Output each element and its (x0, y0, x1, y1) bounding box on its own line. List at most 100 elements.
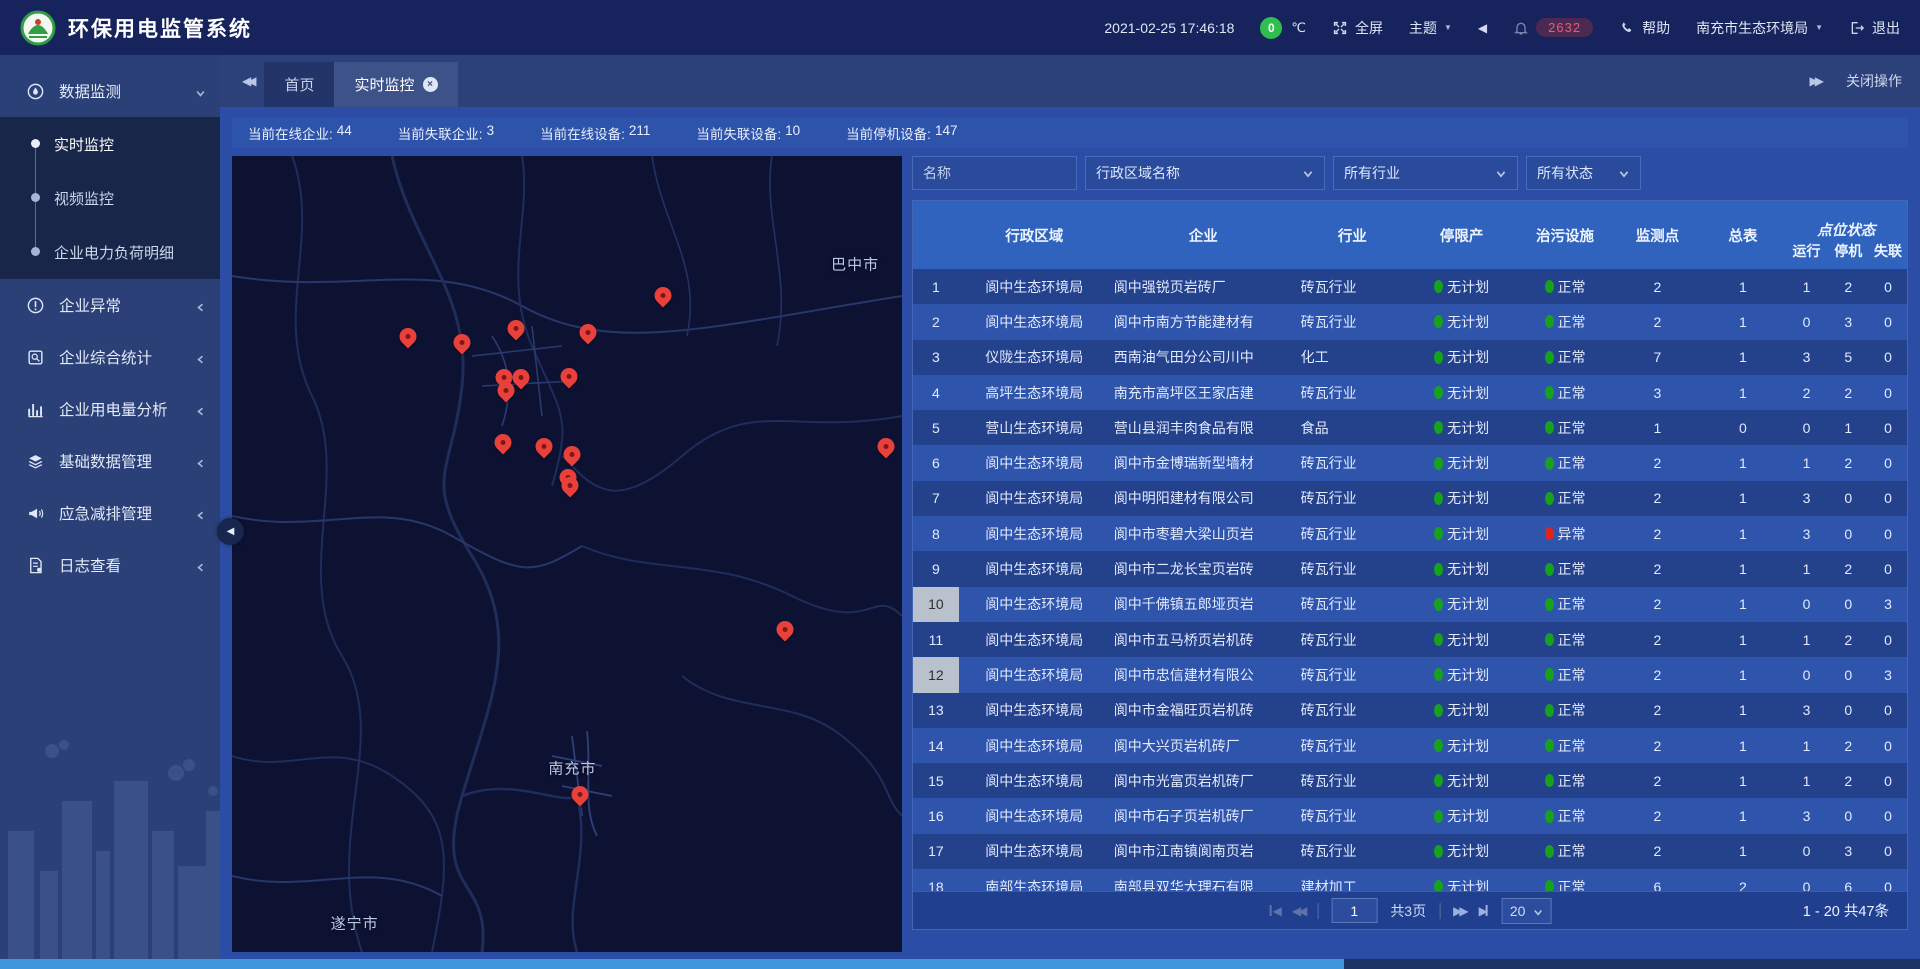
logout-button[interactable]: 退出 (1849, 18, 1900, 38)
stat-label: 当前停机设备: (846, 123, 931, 143)
tabs-scroll-left-icon[interactable]: ◀◀ (230, 74, 264, 88)
horizontal-scrollbar[interactable] (0, 959, 1920, 969)
table-row-16[interactable]: 16阆中生态环境局阆中市石子页岩机砖厂砖瓦行业无计划正常21300 (913, 798, 1907, 833)
running-cell: 1 (1786, 622, 1828, 657)
org-user-menu[interactable]: 南充市生态环境局 ▼ (1696, 18, 1823, 38)
industry-cell: 化工 (1297, 340, 1408, 375)
stat-label: 当前失联设备: (696, 123, 781, 143)
filter-bar: 行政区域名称 所有行业 所有状态 (912, 156, 1908, 190)
sidebar-item-2[interactable]: 视频监控 (0, 171, 220, 225)
pollution-cell: 正常 (1515, 798, 1614, 833)
fullscreen-button[interactable]: 全屏 (1332, 18, 1383, 38)
phone-icon (1619, 20, 1635, 36)
sidebar-collapse-toggle[interactable]: ◀ (217, 518, 244, 545)
status-dot-green (1545, 845, 1554, 858)
enterprise-cell: 阆中市枣碧大梁山页岩 (1110, 516, 1297, 551)
table-row-9[interactable]: 9阆中生态环境局阆中市二龙长宝页岩砖砖瓦行业无计划正常21120 (913, 551, 1907, 586)
tab-close-icon[interactable]: × (423, 77, 438, 92)
table-row-7[interactable]: 7阆中生态环境局阆中明阳建材有限公司砖瓦行业无计划正常21300 (913, 481, 1907, 516)
chart-icon (26, 400, 45, 419)
table-row-3[interactable]: 3仪陇生态环境局西南油气田分公司川中化工无计划正常71350 (913, 340, 1907, 375)
table-row-6[interactable]: 6阆中生态环境局阆中市金博瑞新型墙材砖瓦行业无计划正常21120 (913, 445, 1907, 480)
tab-realtime-monitor[interactable]: 实时监控 × (334, 62, 457, 107)
stopped-cell: 0 (1827, 481, 1869, 516)
prev-page-button[interactable]: ◀◀ (1292, 904, 1304, 918)
table-row-1[interactable]: 1阆中生态环境局阆中强锐页岩砖厂砖瓦行业无计划正常21120 (913, 269, 1907, 304)
points-cell: 3 (1615, 375, 1700, 410)
stop-limit-cell: 无计划 (1408, 445, 1515, 480)
lost-cell: 0 (1869, 622, 1907, 657)
table-row-14[interactable]: 14阆中生态环境局阆中大兴页岩机砖厂砖瓦行业无计划正常21120 (913, 728, 1907, 763)
col-points: 监测点 (1615, 201, 1700, 269)
table-row-15[interactable]: 15阆中生态环境局阆中市光富页岩机砖厂砖瓦行业无计划正常21120 (913, 763, 1907, 798)
enterprise-cell: 南充市高坪区王家店建 (1110, 375, 1297, 410)
lost-cell: 0 (1869, 798, 1907, 833)
meter-cell: 1 (1700, 551, 1785, 586)
table-row-11[interactable]: 11阆中生态环境局阆中市五马桥页岩机砖砖瓦行业无计划正常21120 (913, 622, 1907, 657)
running-cell: 0 (1786, 304, 1828, 339)
log-icon (26, 556, 45, 575)
tab-home[interactable]: 首页 (264, 62, 334, 107)
sidebar-group-2[interactable]: 企业异常 (0, 279, 220, 331)
sidebar-item-3[interactable]: 企业电力负荷明细 (0, 225, 220, 279)
sidebar-group-4[interactable]: 企业用电量分析 (0, 383, 220, 435)
help-button[interactable]: 帮助 (1619, 18, 1670, 38)
sidebar-menu: 数据监测实时监控视频监控企业电力负荷明细企业异常企业综合统计企业用电量分析基础数… (0, 55, 220, 591)
table-row-4[interactable]: 4高坪生态环境局南充市高坪区王家店建砖瓦行业无计划正常31220 (913, 375, 1907, 410)
page-size-select[interactable]: 20 (1502, 898, 1552, 924)
table-row-12[interactable]: 12阆中生态环境局阆中市忠信建材有限公砖瓦行业无计划正常21003 (913, 657, 1907, 692)
sidebar-group-1[interactable]: 数据监测 (0, 65, 220, 117)
stop-limit-cell: 无计划 (1408, 481, 1515, 516)
page-number-input[interactable] (1331, 898, 1377, 923)
sidebar-group-label: 企业用电量分析 (59, 398, 168, 420)
status-dot-green (1545, 633, 1554, 646)
table-row-2[interactable]: 2阆中生态环境局阆中市南方节能建材有砖瓦行业无计划正常21030 (913, 304, 1907, 339)
col-meter: 总表 (1700, 201, 1785, 269)
region-cell: 阆中生态环境局 (959, 551, 1110, 586)
points-cell: 2 (1615, 269, 1700, 304)
pollution-cell: 正常 (1515, 834, 1614, 869)
industry-cell: 砖瓦行业 (1297, 551, 1408, 586)
sidebar-group-5[interactable]: 基础数据管理 (0, 435, 220, 487)
first-page-button[interactable]: ◀ (1269, 904, 1279, 918)
name-search-input[interactable] (912, 156, 1077, 190)
status-dot-green (1434, 457, 1443, 470)
row-index-cell: 13 (913, 693, 959, 728)
region-select[interactable]: 行政区域名称 (1085, 156, 1325, 190)
sidebar-item-label: 视频监控 (54, 188, 114, 209)
table-row-10[interactable]: 10阆中生态环境局阆中千佛镇五郎垭页岩砖瓦行业无计划正常21003 (913, 587, 1907, 622)
points-cell: 2 (1615, 728, 1700, 763)
next-page-button[interactable]: ▶▶ (1453, 904, 1465, 918)
enterprise-cell: 阆中市忠信建材有限公 (1110, 657, 1297, 692)
table-row-8[interactable]: 8阆中生态环境局阆中市枣碧大梁山页岩砖瓦行业无计划异常21300 (913, 516, 1907, 551)
pollution-cell: 正常 (1515, 728, 1614, 763)
last-page-button[interactable]: ▶ (1479, 904, 1489, 918)
stop-limit-cell: 无计划 (1408, 657, 1515, 692)
theme-menu[interactable]: 主题 ▼ (1409, 18, 1452, 38)
sidebar-group-6[interactable]: 应急减排管理 (0, 487, 220, 539)
layers-icon (26, 452, 45, 471)
scrollbar-thumb[interactable] (0, 959, 1344, 969)
sidebar-group-7[interactable]: 日志查看 (0, 539, 220, 591)
table-row-18[interactable]: 18南部生态环境局南部县双华大理石有限建材加工无计划正常62060 (913, 869, 1907, 891)
sidebar-item-1[interactable]: 实时监控 (0, 117, 220, 171)
table-row-17[interactable]: 17阆中生态环境局阆中市江南镇阆南页岩砖瓦行业无计划正常21030 (913, 834, 1907, 869)
stop-limit-cell: 无计划 (1408, 269, 1515, 304)
status-select[interactable]: 所有状态 (1526, 156, 1641, 190)
table-row-13[interactable]: 13阆中生态环境局阆中市金福旺页岩机砖砖瓦行业无计划正常21300 (913, 693, 1907, 728)
running-cell: 3 (1786, 798, 1828, 833)
enterprise-cell: 阆中市金福旺页岩机砖 (1110, 693, 1297, 728)
close-operations-button[interactable]: 关闭操作 (1846, 71, 1902, 91)
notification-widget[interactable]: 2632 (1513, 18, 1593, 37)
industry-select[interactable]: 所有行业 (1333, 156, 1518, 190)
meter-cell: 1 (1700, 375, 1785, 410)
table-row-5[interactable]: 5营山生态环境局营山县润丰肉食品有限食品无计划正常10010 (913, 410, 1907, 445)
mute-button[interactable]: ◀ (1478, 21, 1487, 35)
sidebar-group-3[interactable]: 企业综合统计 (0, 331, 220, 383)
map-city-label: 巴中市 (831, 254, 879, 275)
running-cell: 0 (1786, 410, 1828, 445)
tabs-scroll-right-icon[interactable]: ▶▶ (1810, 74, 1820, 88)
map-panel[interactable]: 巴中市南充市遂宁市 (232, 156, 902, 952)
industry-cell: 砖瓦行业 (1297, 269, 1408, 304)
chevron-left-icon (195, 508, 206, 519)
